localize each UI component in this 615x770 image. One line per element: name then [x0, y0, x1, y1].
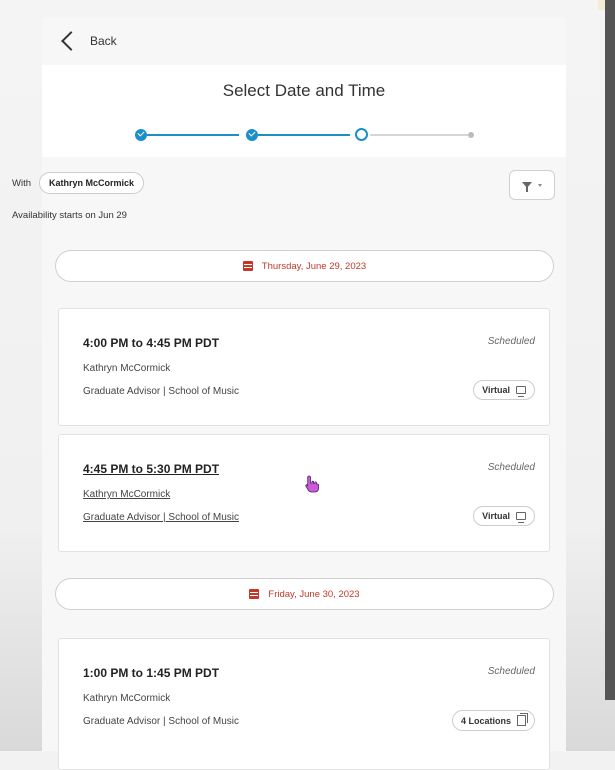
time-slot-card[interactable]: 4:45 PM to 5:30 PM PDT Scheduled Kathryn…: [58, 434, 550, 552]
slot-advisor-name: Kathryn McCormick: [83, 489, 171, 500]
location-badge: Virtual: [473, 506, 535, 526]
slot-advisor-name: Kathryn McCormick: [83, 693, 171, 704]
with-label: With: [12, 177, 31, 189]
step-4-upcoming-icon: [468, 132, 474, 138]
advisor-chip[interactable]: Kathryn McCormick: [39, 172, 145, 194]
chevron-left-icon: [61, 31, 81, 51]
page-title: Select Date and Time: [222, 81, 386, 100]
step-2-complete-icon: [246, 129, 258, 141]
location-badge: Virtual: [473, 380, 535, 400]
slot-time: 1:00 PM to 1:45 PM PDT: [83, 666, 220, 680]
back-label: Back: [90, 34, 117, 48]
slot-time: 4:00 PM to 4:45 PM PDT: [83, 336, 220, 350]
step-1-complete-icon: [135, 129, 147, 141]
filter-button[interactable]: [509, 170, 555, 200]
back-row: Back: [42, 17, 566, 65]
slot-advisor-name: Kathryn McCormick: [83, 363, 171, 374]
slot-status: Scheduled: [487, 462, 535, 473]
title-area: Select Date and Time: [42, 65, 566, 113]
availability-text: Availability starts on Jun 29: [12, 210, 127, 221]
calendar-icon: [242, 261, 253, 271]
date-header: Thursday, June 29, 2023: [55, 250, 554, 282]
date-label: Thursday, June 29, 2023: [261, 260, 367, 272]
step-connector: [370, 134, 468, 136]
progress-stepper: [42, 113, 566, 157]
date-header: Friday, June 30, 2023: [55, 578, 554, 610]
location-badge: 4 Locations: [451, 710, 535, 731]
badge-label: Virtual: [482, 511, 510, 521]
step-connector: [258, 134, 350, 136]
slot-status: Scheduled: [487, 336, 535, 347]
caret-down-icon: [538, 183, 542, 187]
time-slot-card[interactable]: 1:00 PM to 1:45 PM PDT Scheduled Kathryn…: [58, 638, 550, 770]
calendar-icon: [249, 589, 260, 599]
filter-icon: [522, 182, 532, 192]
slot-advisor-role: Graduate Advisor | School of Music: [83, 386, 240, 397]
slot-advisor-role: Graduate Advisor | School of Music: [83, 512, 240, 523]
scrollbar[interactable]: [605, 0, 615, 700]
hand-pointer-icon: [305, 475, 319, 493]
step-connector: [147, 134, 239, 136]
slot-time: 4:45 PM to 5:30 PM PDT: [83, 462, 220, 476]
slot-advisor-role: Graduate Advisor | School of Music: [83, 716, 240, 727]
back-button[interactable]: Back: [60, 31, 117, 51]
time-slot-card[interactable]: 4:00 PM to 4:45 PM PDT Scheduled Kathryn…: [58, 308, 550, 426]
badge-label: 4 Locations: [460, 715, 511, 726]
slot-status: Scheduled: [487, 666, 535, 677]
badge-label: Virtual: [482, 385, 510, 395]
documents-icon: [517, 713, 528, 726]
date-label: Friday, June 30, 2023: [268, 588, 360, 600]
monitor-icon: [516, 512, 526, 523]
step-3-current-icon: [355, 128, 368, 141]
monitor-icon: [516, 386, 526, 397]
advisor-row: With Kathryn McCormick: [12, 172, 145, 194]
